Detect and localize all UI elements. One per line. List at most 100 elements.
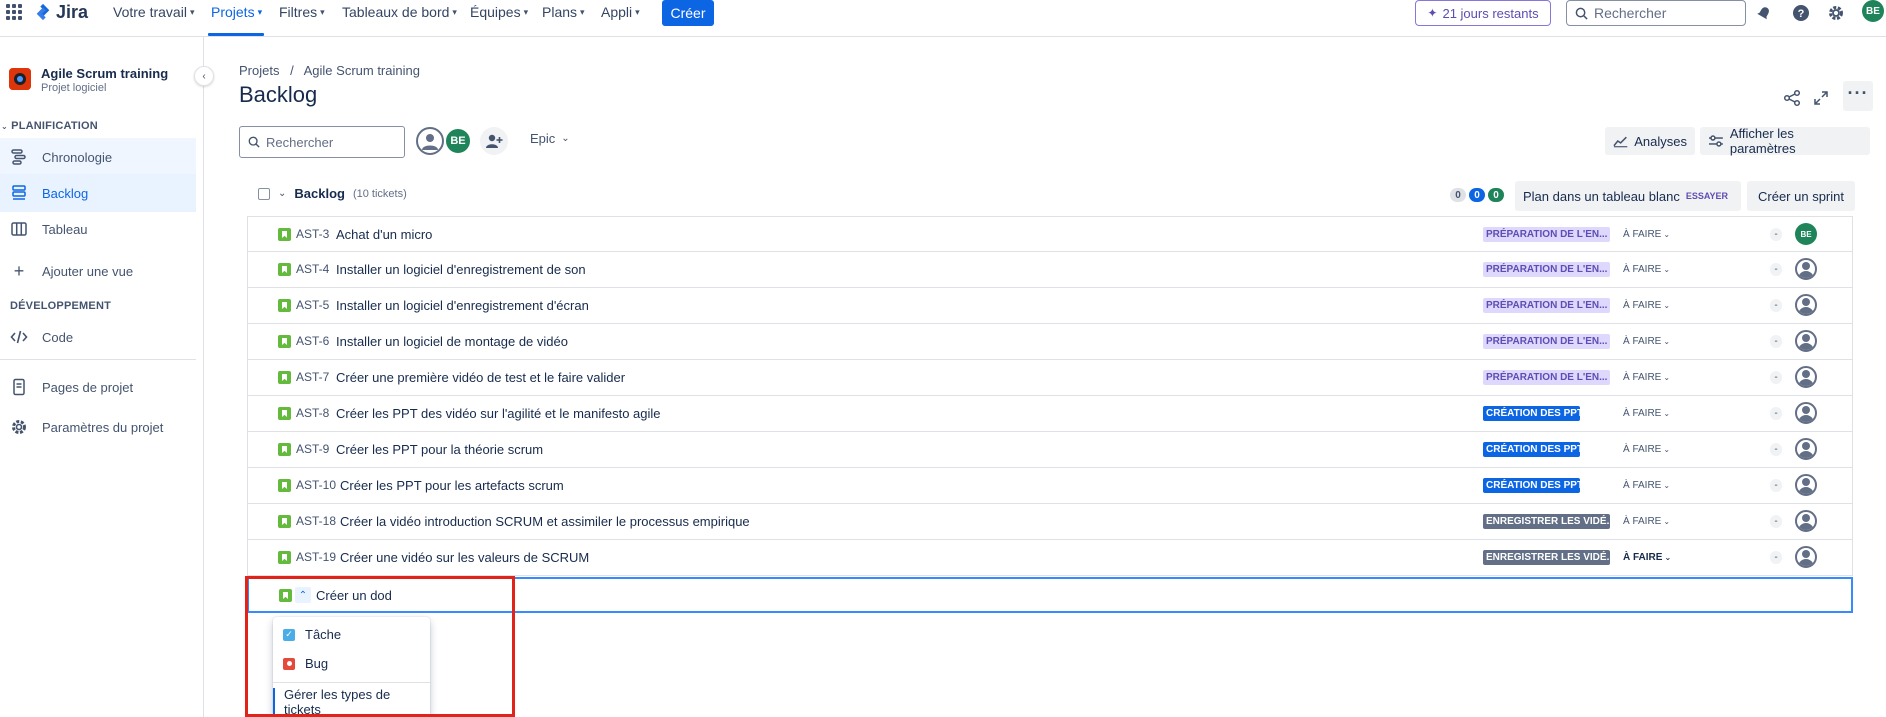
nav-projects[interactable]: Projets ▾ [211, 0, 262, 24]
table-row[interactable]: AST-19 Créer une vidéo sur les valeurs d… [247, 540, 1853, 576]
table-row[interactable]: AST-8 Créer les PPT des vidéo sur l'agil… [247, 396, 1853, 432]
nav-your-work[interactable]: Votre travail ▾ [113, 0, 194, 24]
issue-key[interactable]: AST-6 [296, 334, 329, 348]
issue-summary[interactable]: Créer la vidéo introduction SCRUM et ass… [340, 514, 750, 529]
issue-summary[interactable]: Installer un logiciel d'enregistrement d… [336, 262, 586, 277]
user-avatar[interactable]: BE [1862, 0, 1884, 22]
story-points[interactable]: - [1770, 335, 1782, 348]
issue-summary[interactable]: Achat d'un micro [336, 227, 432, 242]
sidebar-item-add-view[interactable]: + Ajouter une vue [0, 252, 196, 290]
issue-key[interactable]: AST-7 [296, 370, 329, 384]
status-dropdown[interactable]: À FAIRE ⌄ [1620, 298, 1673, 313]
view-settings-button[interactable]: Afficher les paramètres [1700, 126, 1870, 156]
status-dropdown[interactable]: À FAIRE ⌄ [1620, 442, 1673, 457]
issue-key[interactable]: AST-19 [296, 550, 336, 564]
epic-lozenge[interactable]: ENREGISTRER LES VIDÉ... [1483, 550, 1610, 565]
share-icon[interactable] [1778, 84, 1806, 112]
breadcrumb-project[interactable]: Agile Scrum training [304, 63, 420, 78]
issue-key[interactable]: AST-3 [296, 227, 329, 241]
breadcrumb-projects[interactable]: Projets [239, 63, 279, 78]
issue-summary[interactable]: Créer une première vidéo de test et le f… [336, 370, 625, 385]
issue-summary[interactable]: Créer les PPT des vidéo sur l'agilité et… [336, 406, 661, 421]
issue-key[interactable]: AST-10 [296, 478, 336, 492]
story-type-icon[interactable] [279, 589, 292, 602]
table-row[interactable]: AST-6 Installer un logiciel de montage d… [247, 324, 1853, 360]
epic-filter-dropdown[interactable]: Epic ⌄ [530, 131, 570, 146]
status-dropdown[interactable]: À FAIRE ⌄ [1620, 478, 1673, 493]
app-switcher-icon[interactable] [6, 4, 22, 20]
unassigned-avatar-icon[interactable] [1795, 294, 1817, 316]
story-points[interactable]: - [1770, 479, 1782, 492]
epic-lozenge[interactable]: PRÉPARATION DE L'EN... [1483, 370, 1610, 385]
epic-lozenge[interactable]: ENREGISTRER LES VIDÉ... [1483, 514, 1610, 529]
sidebar-item-code[interactable]: Code [0, 318, 196, 356]
sidebar-item-board[interactable]: Tableau [0, 210, 196, 248]
unassigned-avatar-icon[interactable] [1795, 438, 1817, 460]
story-points[interactable]: - [1770, 228, 1782, 241]
nav-dashboards[interactable]: Tableaux de bord ▾ [342, 0, 457, 24]
project-avatar-icon[interactable] [9, 68, 31, 90]
epic-lozenge[interactable]: CRÉATION DES PPT [1483, 442, 1580, 457]
issue-summary[interactable]: Installer un logiciel d'enregistrement d… [336, 298, 589, 313]
epic-lozenge[interactable]: PRÉPARATION DE L'EN... [1483, 298, 1610, 313]
manage-issue-types-link[interactable]: Gérer les types de tickets [273, 687, 430, 717]
issue-key[interactable]: AST-5 [296, 298, 329, 312]
unassigned-avatar-icon[interactable] [1795, 546, 1817, 568]
notifications-icon[interactable] [1753, 2, 1775, 24]
nav-teams[interactable]: Équipes ▾ [470, 0, 528, 24]
status-dropdown[interactable]: À FAIRE ⌄ [1620, 370, 1673, 385]
status-dropdown[interactable]: À FAIRE ⌄ [1620, 334, 1673, 349]
issue-key[interactable]: AST-9 [296, 442, 329, 456]
table-row[interactable]: AST-5 Installer un logiciel d'enregistre… [247, 288, 1853, 324]
chevron-down-icon[interactable]: ⌄ [278, 188, 286, 199]
epic-lozenge[interactable]: PRÉPARATION DE L'EN... [1483, 262, 1610, 277]
create-button[interactable]: Créer [662, 0, 714, 26]
table-row[interactable]: AST-7 Créer une première vidéo de test e… [247, 360, 1853, 396]
issue-summary[interactable]: Installer un logiciel de montage de vidé… [336, 334, 568, 349]
story-points[interactable]: - [1770, 299, 1782, 312]
assignee-avatar[interactable]: BE [1795, 223, 1817, 245]
issue-key[interactable]: AST-18 [296, 514, 336, 528]
unassigned-avatar-filter[interactable] [416, 127, 444, 155]
table-row[interactable]: AST-10 Créer les PPT pour les artefacts … [247, 468, 1853, 504]
menu-item-task[interactable]: ✓ Tâche [283, 627, 341, 642]
unassigned-avatar-icon[interactable] [1795, 474, 1817, 496]
issue-key[interactable]: AST-8 [296, 406, 329, 420]
story-points[interactable]: - [1770, 443, 1782, 456]
table-row[interactable]: AST-9 Créer les PPT pour la théorie scru… [247, 432, 1853, 468]
table-row[interactable]: AST-4 Installer un logiciel d'enregistre… [247, 252, 1853, 288]
sidebar-item-project-pages[interactable]: Pages de projet [0, 368, 196, 406]
unassigned-avatar-icon[interactable] [1795, 330, 1817, 352]
sidebar-item-backlog[interactable]: Backlog [0, 174, 196, 212]
nav-plans[interactable]: Plans ▾ [542, 0, 585, 24]
sidebar-item-timeline[interactable]: Chronologie [0, 138, 196, 176]
table-row[interactable]: AST-3 Achat d'un micro PRÉPARATION DE L'… [247, 216, 1853, 252]
epic-lozenge[interactable]: CRÉATION DES PPT [1483, 406, 1580, 421]
project-name[interactable]: Agile Scrum training [41, 66, 168, 81]
jira-logo[interactable]: Jira [34, 0, 88, 24]
issue-summary[interactable]: Créer les PPT pour les artefacts scrum [340, 478, 564, 493]
backlog-search-input[interactable]: Rechercher [239, 126, 405, 158]
status-dropdown[interactable]: À FAIRE ⌄ [1620, 550, 1674, 565]
chevron-up-icon[interactable]: ⌃ [295, 587, 311, 603]
status-dropdown[interactable]: À FAIRE ⌄ [1620, 227, 1673, 242]
more-actions-icon[interactable]: ··· [1843, 81, 1873, 111]
add-people-icon[interactable] [480, 127, 508, 155]
story-points[interactable]: - [1770, 263, 1782, 276]
global-search-input[interactable]: Rechercher [1566, 0, 1746, 26]
status-dropdown[interactable]: À FAIRE ⌄ [1620, 514, 1673, 529]
backlog-select-checkbox[interactable] [258, 187, 270, 200]
nav-filters[interactable]: Filtres ▾ [279, 0, 325, 24]
fullscreen-icon[interactable] [1807, 84, 1835, 112]
epic-lozenge[interactable]: PRÉPARATION DE L'EN... [1483, 334, 1610, 349]
issue-summary[interactable]: Créer une vidéo sur les valeurs de SCRUM [340, 550, 589, 565]
trial-button[interactable]: ✦ 21 jours restants [1415, 0, 1551, 26]
story-points[interactable]: - [1770, 371, 1782, 384]
unassigned-avatar-icon[interactable] [1795, 402, 1817, 424]
story-points[interactable]: - [1770, 515, 1782, 528]
user-avatar-filter[interactable]: BE [444, 127, 472, 155]
create-issue-input[interactable]: Créer un dod [316, 588, 392, 603]
nav-apps[interactable]: Appli ▾ [601, 0, 640, 24]
sidebar-item-project-settings[interactable]: Paramètres du projet [0, 408, 196, 446]
story-points[interactable]: - [1770, 551, 1782, 564]
